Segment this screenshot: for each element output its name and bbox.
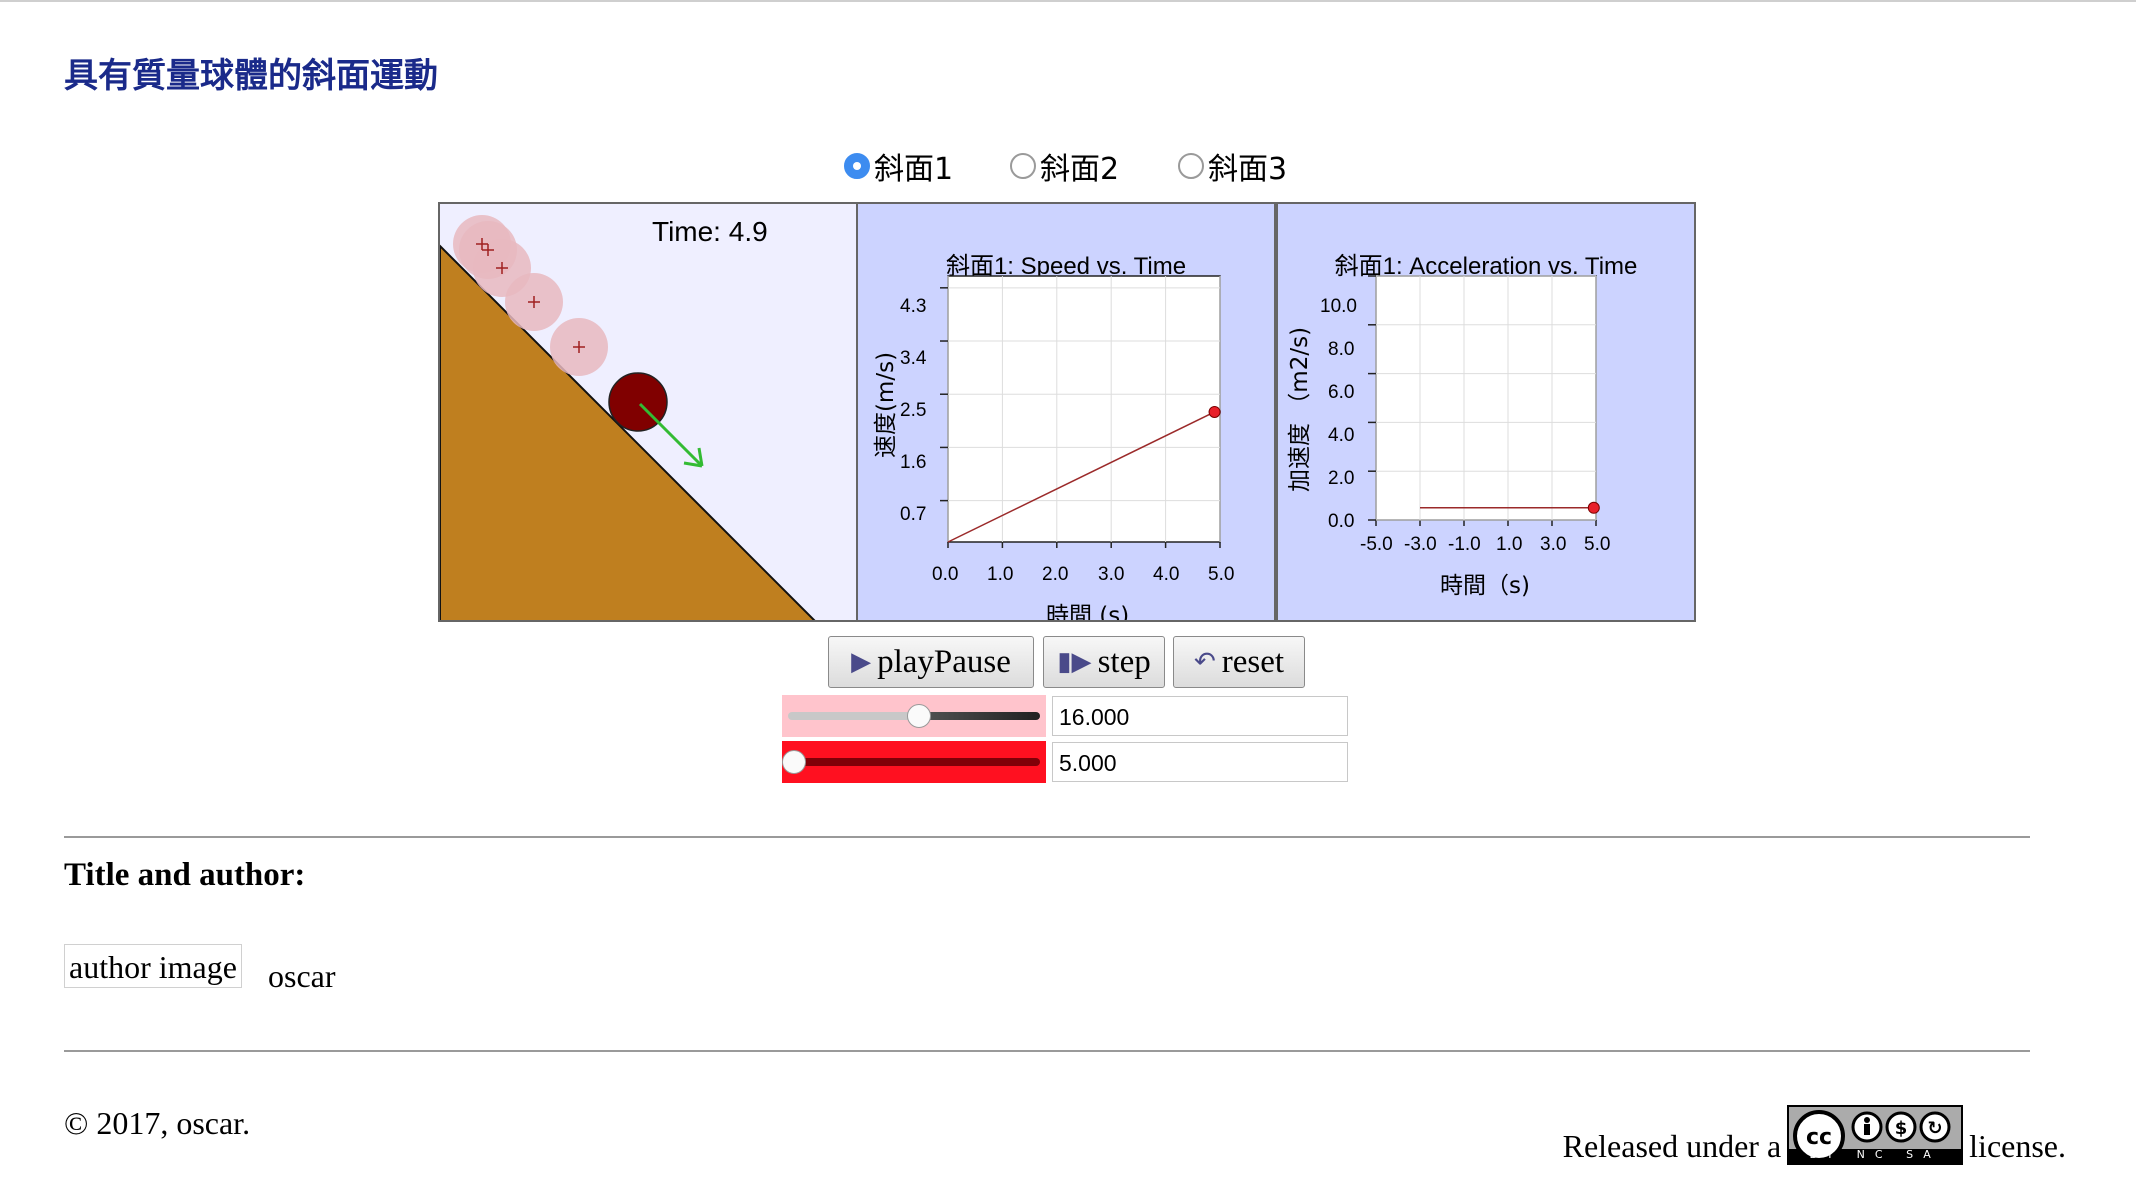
slider-thumb[interactable]	[906, 704, 931, 728]
slider-2[interactable]	[782, 741, 1046, 783]
badge-text: BY NC SA	[1809, 1148, 1941, 1161]
incline-simulation-panel[interactable]: Time: 4.9	[438, 202, 858, 622]
x-tick-label: 1.0	[987, 564, 1014, 585]
slider-1-value-field[interactable]: 16.000	[1052, 696, 1348, 736]
slider-2-value-field[interactable]: 5.000	[1052, 742, 1348, 782]
acceleration-x-axis-label: 時間（s)	[1440, 573, 1530, 599]
divider	[64, 836, 2030, 838]
play-pause-button[interactable]: ▶ playPause	[828, 636, 1034, 688]
x-tick-label: 3.0	[1098, 564, 1125, 585]
step-icon: ▮▶	[1057, 647, 1092, 677]
x-tick-label: 1.0	[1496, 534, 1523, 555]
incline-scene	[440, 215, 816, 620]
plot-area	[1375, 275, 1597, 521]
acceleration-y-axis-label: 加速度 （m2/s)	[1287, 326, 1313, 492]
y-tick-label: 2.5	[900, 400, 927, 421]
x-tick-label: -3.0	[1404, 534, 1437, 555]
y-tick-label: 2.0	[1328, 468, 1355, 489]
cc-license-badge[interactable]: cc $ ↻ BY NC SA	[1787, 1105, 1964, 1165]
speed-x-axis-label: 時間 (s)	[1046, 603, 1130, 622]
x-tick-label: 0.0	[932, 564, 959, 585]
time-readout: Time: 4.9	[652, 216, 768, 247]
author-image: author image	[64, 944, 242, 988]
reset-label: reset	[1221, 643, 1285, 680]
x-tick-label: 2.0	[1042, 564, 1069, 585]
x-tick-label: 5.0	[1208, 564, 1235, 585]
x-tick-label: 5.0	[1584, 534, 1611, 555]
y-tick-label: 0.0	[1328, 511, 1355, 532]
speed-y-axis-label: 速度(m/s)	[873, 351, 899, 459]
y-tick-label: 1.6	[900, 452, 927, 473]
radio-incline-2[interactable]: 斜面2	[1010, 144, 1119, 188]
radio-label: 斜面2	[1040, 152, 1120, 187]
radio-button-checked[interactable]	[844, 153, 870, 179]
page-title: 具有質量球體的斜面運動	[64, 56, 438, 96]
radio-button[interactable]	[1010, 153, 1036, 179]
license-prefix: Released under a	[1562, 1128, 1782, 1164]
license-suffix: license.	[1969, 1128, 2066, 1164]
svg-text:$: $	[1895, 1118, 1908, 1139]
incline-slope	[440, 244, 816, 620]
x-tick-label: 4.0	[1153, 564, 1180, 585]
current-point-marker	[1208, 405, 1221, 418]
y-tick-label: 0.7	[900, 504, 927, 525]
license-notice: Released under a cc $ ↻ BY NC SA license…	[1563, 1105, 2066, 1165]
step-button[interactable]: ▮▶ step	[1043, 636, 1165, 688]
acceleration-chart-panel: 斜面1: Acceleration vs. Time 10.0 8.0 6.0 …	[1276, 202, 1696, 622]
step-label: step	[1097, 643, 1151, 680]
x-tick-label: 3.0	[1540, 534, 1567, 555]
y-tick-label: 10.0	[1320, 296, 1357, 317]
y-tick-label: 4.3	[900, 296, 927, 317]
radio-label: 斜面1	[874, 152, 954, 187]
top-border	[0, 0, 2136, 2]
author-name: oscar	[268, 958, 336, 994]
reset-icon: ↶	[1193, 647, 1216, 677]
play-pause-label: playPause	[877, 643, 1011, 680]
x-tick-label: -5.0	[1360, 534, 1393, 555]
current-point-marker	[1587, 501, 1600, 514]
svg-text:cc: cc	[1806, 1125, 1832, 1150]
play-icon: ▶	[851, 647, 872, 677]
radio-label: 斜面3	[1208, 152, 1288, 187]
slider-track	[788, 758, 1040, 766]
divider	[64, 1050, 2030, 1052]
section-title: Title and author:	[64, 857, 306, 893]
y-tick-label: 3.4	[900, 348, 927, 369]
y-tick-label: 8.0	[1328, 339, 1355, 360]
radio-incline-3[interactable]: 斜面3	[1178, 144, 1287, 188]
y-tick-label: 6.0	[1328, 382, 1355, 403]
acceleration-chart	[1368, 275, 1600, 526]
speed-chart-panel: 斜面1: Speed vs. Time 4.3 3.4 2.5 1.6 0.7 …	[856, 202, 1276, 622]
reset-button[interactable]: ↶ reset	[1173, 636, 1305, 688]
incline-selector: 斜面1 斜面2 斜面3	[0, 144, 2136, 188]
radio-incline-1[interactable]: 斜面1	[844, 144, 953, 188]
copyright-text: © 2017, oscar.	[64, 1105, 251, 1141]
radio-button[interactable]	[1178, 153, 1204, 179]
slider-1[interactable]	[782, 695, 1046, 737]
plot-area	[947, 275, 1221, 543]
svg-text:↻: ↻	[1928, 1118, 1943, 1139]
slider-thumb[interactable]	[782, 750, 806, 774]
x-tick-label: -1.0	[1448, 534, 1481, 555]
y-tick-label: 4.0	[1328, 425, 1355, 446]
